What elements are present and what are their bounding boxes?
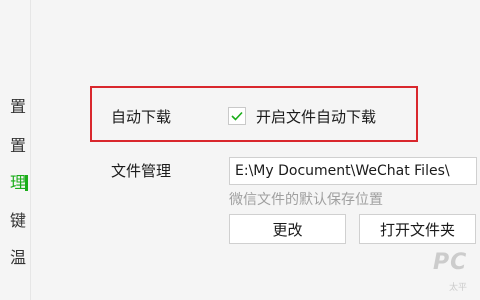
auto-download-checkbox[interactable] xyxy=(228,107,246,125)
checkmark-icon xyxy=(231,111,243,121)
open-folder-button[interactable]: 打开文件夹 xyxy=(359,214,476,244)
file-management-label: 文件管理 xyxy=(111,162,172,180)
sidebar-item-4[interactable]: 键 xyxy=(4,212,26,230)
save-path-field[interactable]: E:\My Document\WeChat Files\ xyxy=(229,157,477,185)
sidebar-item-file-management[interactable]: 理 xyxy=(4,174,26,192)
auto-download-checkbox-label[interactable]: 开启文件自动下载 xyxy=(256,106,376,127)
save-path-hint: 微信文件的默认保存位置 xyxy=(229,192,383,208)
watermark-main: PC xyxy=(433,250,468,275)
sidebar-item-5[interactable]: 温 xyxy=(4,249,26,267)
sidebar-active-indicator xyxy=(25,175,28,191)
sidebar-item-2[interactable]: 置 xyxy=(4,137,26,155)
change-path-button[interactable]: 更改 xyxy=(229,214,346,244)
settings-sidebar: 置 置 理 键 温 xyxy=(0,0,31,300)
sidebar-item-1[interactable]: 置 xyxy=(4,98,26,116)
auto-download-label: 自动下载 xyxy=(111,108,172,126)
auto-download-checkbox-row[interactable]: 开启文件自动下载 xyxy=(228,105,376,127)
watermark-sub: 太平 xyxy=(449,283,468,293)
watermark-logo: PC 太平 xyxy=(433,250,480,300)
